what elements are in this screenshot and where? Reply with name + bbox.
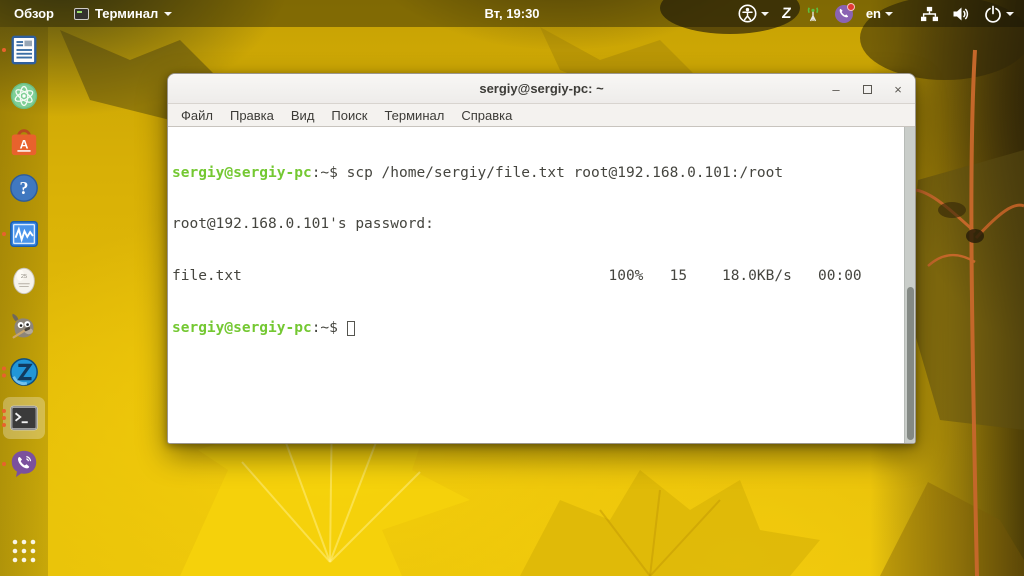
window-title: sergiy@sergiy-pc: ~	[479, 81, 604, 96]
viber-tray-icon[interactable]	[834, 2, 855, 23]
accessibility-menu[interactable]	[738, 4, 769, 23]
dock-item-gimp[interactable]	[0, 309, 48, 343]
dock-item-help[interactable]: ?	[0, 171, 48, 205]
clock[interactable]: Вт, 19:30	[484, 6, 539, 21]
running-indicator	[2, 48, 6, 52]
app-menu-label: Терминал	[95, 6, 159, 21]
viber-icon	[11, 450, 37, 478]
close-button[interactable]: ×	[891, 82, 905, 97]
atom-editor-icon	[10, 82, 38, 110]
menu-item-file[interactable]: Файл	[173, 106, 221, 125]
dock-item-atom[interactable]	[0, 79, 48, 113]
gimp-icon	[12, 313, 34, 339]
dock-item-ubuntu-software[interactable]: A	[0, 125, 48, 159]
dock-item-viber[interactable]	[0, 447, 48, 481]
menu-item-terminal[interactable]: Терминал	[376, 106, 452, 125]
system-monitor-icon	[10, 221, 38, 247]
volume-icon	[953, 7, 969, 20]
menubar: Файл Правка Вид Поиск Терминал Справка	[168, 104, 915, 127]
svg-text:A: A	[20, 138, 29, 152]
notification-badge	[846, 2, 855, 11]
running-indicator	[2, 366, 6, 378]
scrollbar-thumb[interactable]	[907, 287, 914, 440]
terminal-line: sergiy@sergiy-pc:~$ scp /home/sergiy/fil…	[172, 164, 784, 181]
language-label: en	[865, 6, 881, 21]
titlebar[interactable]: sergiy@sergiy-pc: ~ – ×	[168, 74, 915, 104]
terminal-line: root@192.168.0.101's password:	[172, 216, 434, 233]
signal-antenna-icon	[807, 6, 819, 21]
dock-item-terminal[interactable]	[0, 397, 48, 439]
chevron-down-icon	[1006, 11, 1014, 16]
minimize-button[interactable]: –	[829, 82, 843, 97]
zoiper-tray-icon[interactable]: Z	[781, 5, 792, 22]
app-grid-icon	[12, 539, 36, 563]
activities-button[interactable]: Обзор	[10, 6, 58, 21]
chevron-down-icon	[760, 11, 769, 16]
terminal-app-icon	[74, 7, 89, 20]
menu-item-edit[interactable]: Правка	[222, 106, 282, 125]
chevron-down-icon	[885, 11, 893, 16]
ethernet-icon	[920, 6, 939, 21]
accessibility-icon	[738, 4, 757, 23]
show-applications-button[interactable]	[0, 534, 48, 568]
menu-item-search[interactable]: Поиск	[323, 106, 375, 125]
power-menu[interactable]	[984, 5, 1014, 23]
transfer-progress: file.txt 100% 15 18.0KB/s 00:00	[172, 268, 862, 285]
dock-item-zoiper[interactable]	[0, 355, 48, 389]
terminal-output: sergiy@sergiy-pc:~$ scp /home/sergiy/fil…	[172, 130, 862, 372]
top-panel: Обзор Терминал Вт, 19:30 Z en	[0, 0, 1024, 27]
running-indicator	[2, 462, 6, 466]
running-indicator	[2, 232, 6, 236]
ubuntu-software-icon: A	[11, 129, 37, 156]
terminal-icon	[10, 405, 38, 431]
maximize-icon	[862, 84, 872, 94]
menu-item-view[interactable]: Вид	[283, 106, 323, 125]
svg-text:?: ?	[20, 178, 29, 198]
document-viewer-icon	[11, 35, 37, 65]
dock-item-system-monitor[interactable]	[0, 217, 48, 251]
network-menu[interactable]	[920, 5, 939, 23]
volume-menu[interactable]	[952, 5, 971, 23]
terminal-screen[interactable]: sergiy@sergiy-pc:~$ scp /home/sergiy/fil…	[168, 127, 915, 443]
terminal-line: file.txt 100% 15 18.0KB/s 00:00	[172, 268, 862, 285]
egg-timer-icon: 25	[13, 267, 35, 295]
menu-item-help[interactable]: Справка	[453, 106, 520, 125]
terminal-line: sergiy@sergiy-pc:~$	[172, 320, 862, 337]
keyboard-layout-menu[interactable]: en	[866, 6, 893, 21]
help-icon: ?	[10, 174, 38, 202]
zoiper-icon	[10, 358, 38, 386]
network-signal-tray[interactable]	[804, 5, 822, 23]
terminal-cursor	[346, 321, 355, 337]
maximize-button[interactable]	[860, 82, 874, 97]
running-indicator	[2, 409, 6, 427]
svg-text:25: 25	[21, 274, 27, 280]
command-text: scp /home/sergiy/file.txt root@192.168.0…	[346, 164, 784, 181]
chevron-down-icon	[164, 11, 173, 16]
dock-item-document-viewer[interactable]	[0, 33, 48, 67]
dock: A ? 25	[0, 27, 48, 576]
power-icon	[985, 5, 1001, 23]
terminal-window: sergiy@sergiy-pc: ~ – × Файл Правка Вид …	[167, 73, 916, 444]
terminal-scrollbar[interactable]	[904, 127, 915, 443]
app-menu[interactable]: Терминал	[74, 6, 173, 21]
dock-item-egg-timer[interactable]: 25	[0, 263, 48, 297]
